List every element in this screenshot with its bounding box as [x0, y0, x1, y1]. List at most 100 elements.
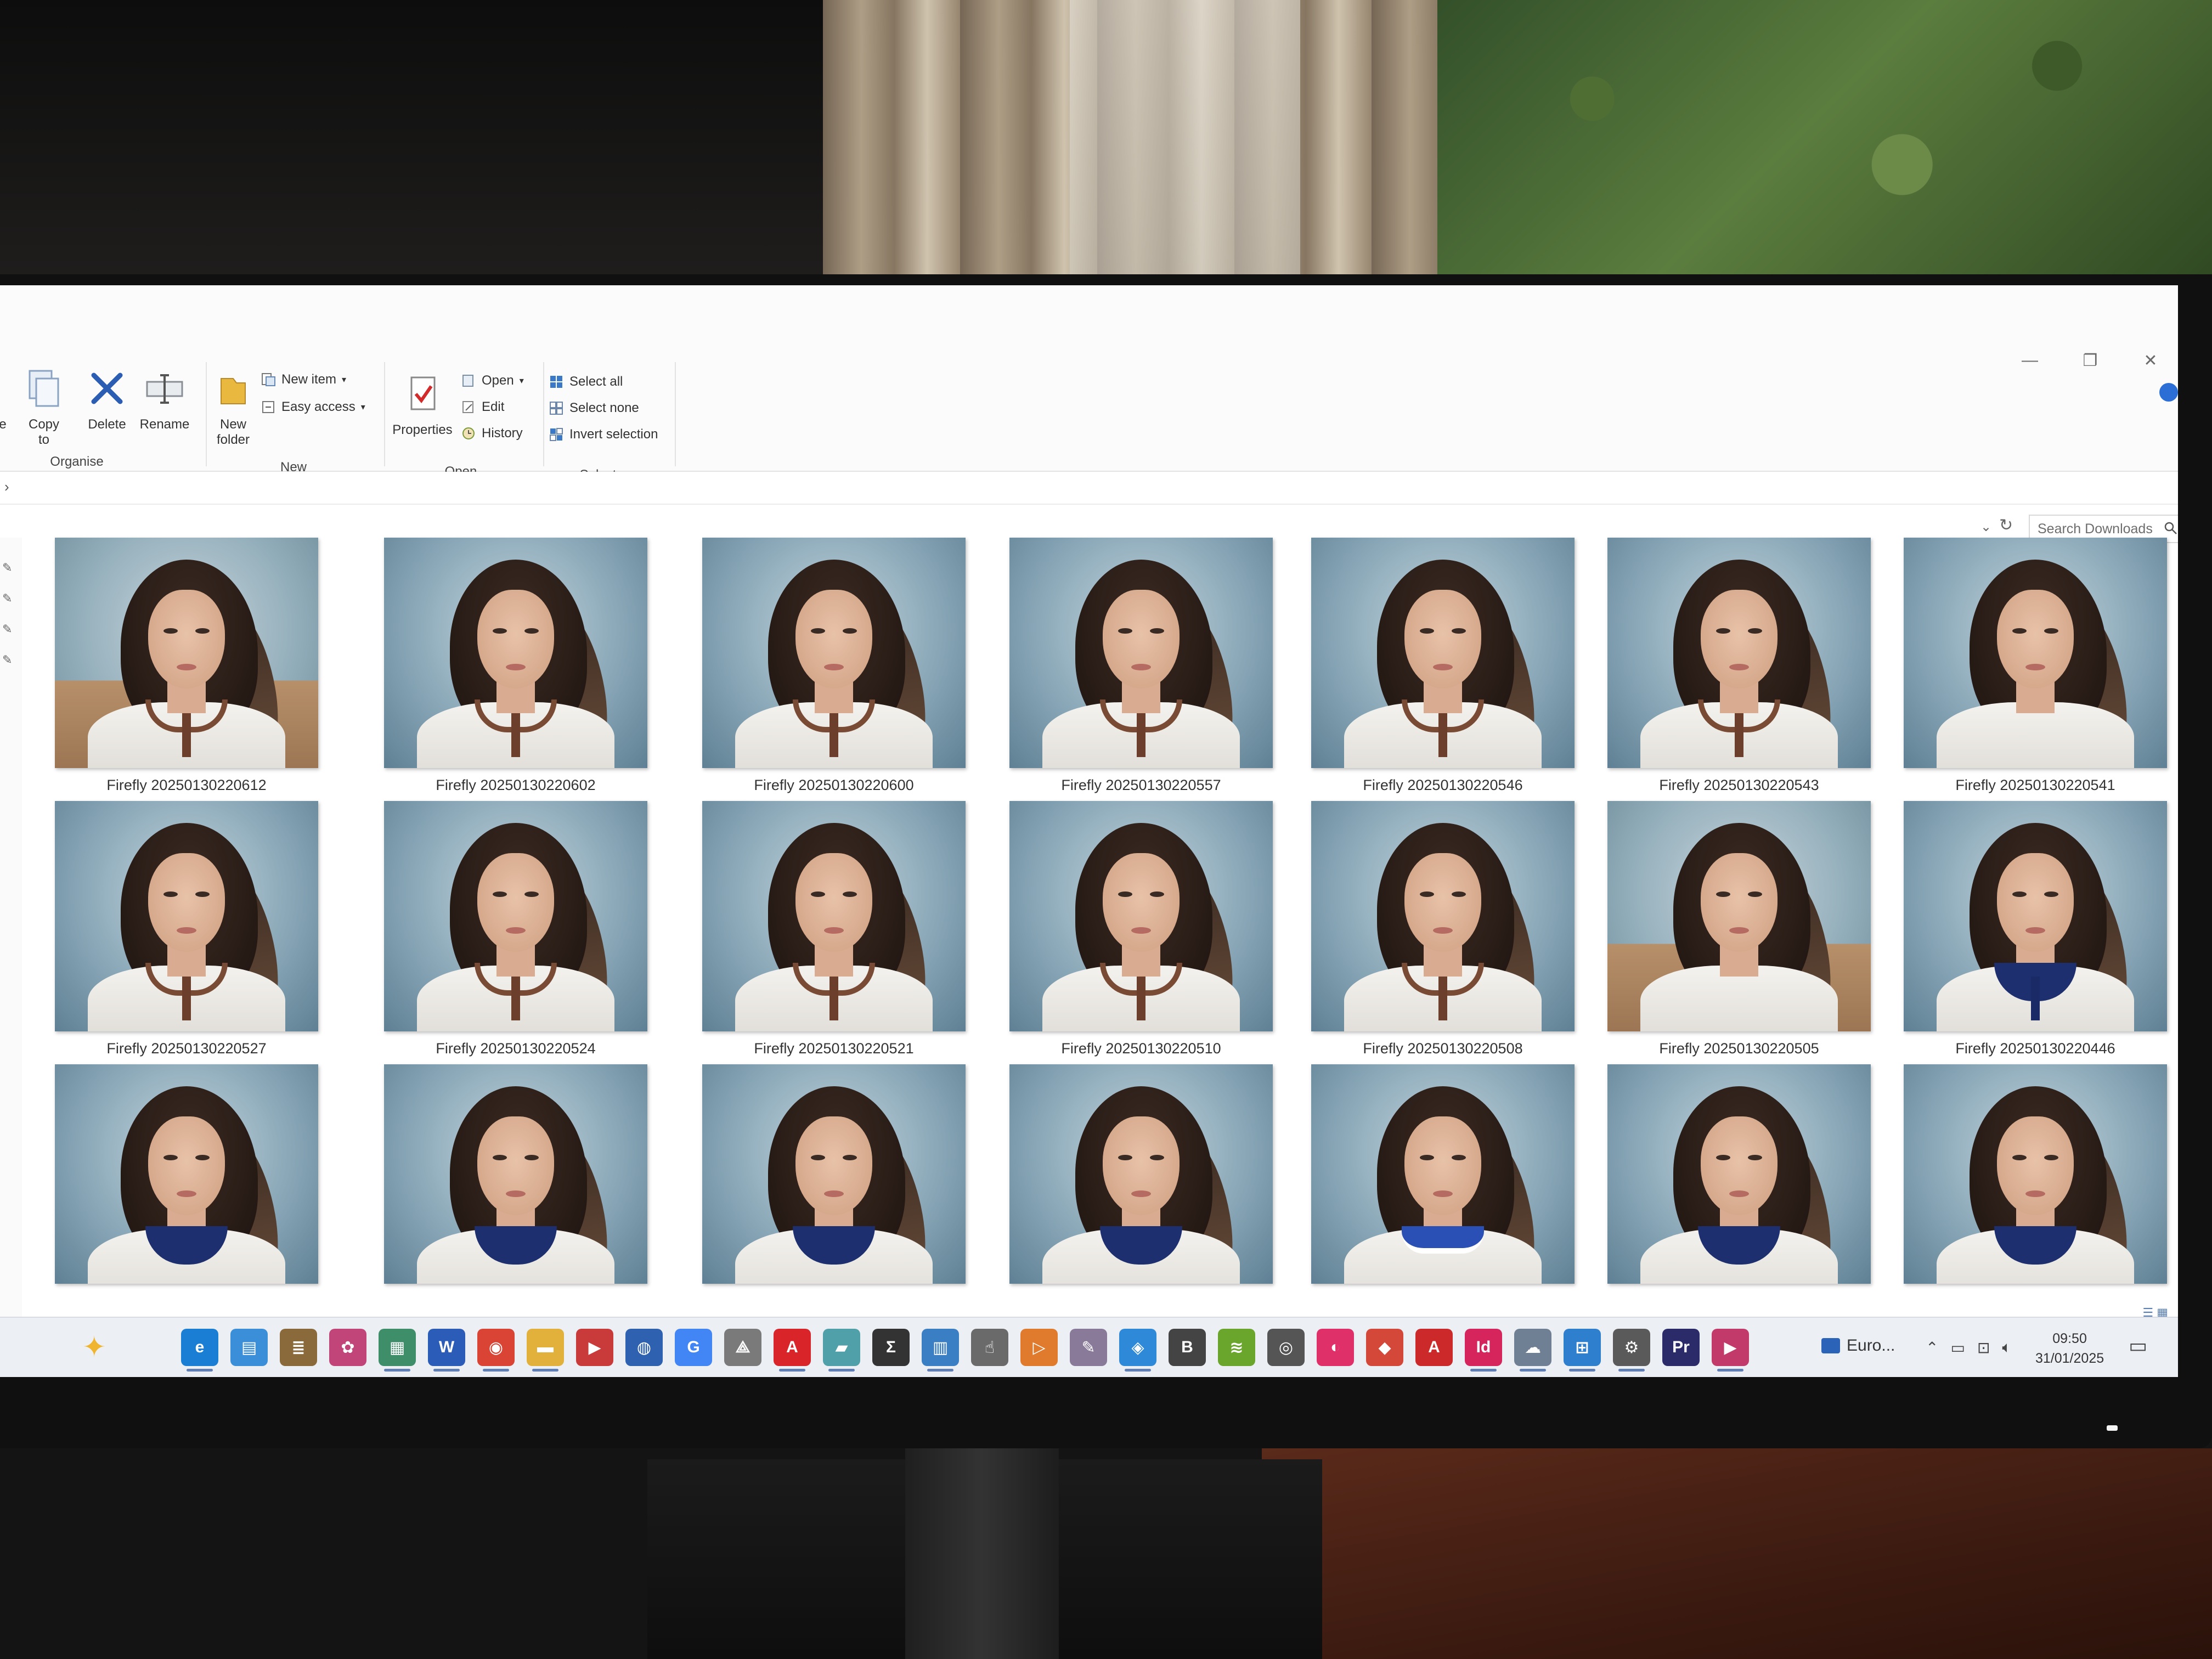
file-thumbnail[interactable]: [1904, 1064, 2167, 1284]
select-all-button[interactable]: Select all: [549, 374, 623, 390]
select-none-button[interactable]: Select none: [549, 400, 639, 416]
file-item[interactable]: Firefly 20250130220510: [1009, 801, 1273, 1057]
pin-icon[interactable]: ✎: [2, 653, 12, 667]
word-icon[interactable]: W: [428, 1329, 465, 1372]
file-item[interactable]: [55, 1064, 318, 1284]
pdf-viewer-icon[interactable]: ⟁: [724, 1329, 761, 1366]
file-item[interactable]: Firefly 20250130220521: [702, 801, 966, 1057]
file-item[interactable]: Firefly 20250130220505: [1607, 801, 1871, 1057]
file-thumbnail[interactable]: [1607, 1064, 1871, 1284]
file-item[interactable]: Firefly 20250130220524: [384, 801, 647, 1057]
paint-icon[interactable]: ✎: [1070, 1329, 1107, 1366]
close-icon[interactable]: ✕: [2140, 351, 2162, 370]
hand-icon[interactable]: ☝: [971, 1329, 1008, 1366]
file-item[interactable]: Firefly 20250130220546: [1311, 538, 1575, 794]
acrobat-icon[interactable]: A: [774, 1329, 811, 1372]
file-item[interactable]: Firefly 20250130220541: [1904, 538, 2167, 794]
app-circle-icon[interactable]: ◍: [625, 1329, 663, 1366]
file-thumbnail[interactable]: [1904, 801, 2167, 1031]
sigma-icon[interactable]: Σ: [872, 1329, 910, 1366]
creative-cloud-icon[interactable]: ◐: [1317, 1329, 1354, 1366]
pin-icon[interactable]: ✎: [2, 591, 12, 606]
clock[interactable]: 09:50 31/01/2025: [2035, 1329, 2104, 1368]
copy-to-button[interactable]: Copy to: [11, 368, 77, 448]
cut-button[interactable]: e: [0, 368, 11, 432]
network-icon[interactable]: ⊡: [1977, 1339, 1990, 1357]
chrome-icon[interactable]: ◉: [477, 1329, 515, 1372]
notification-icon[interactable]: ▭: [2129, 1334, 2147, 1357]
acrobat-alt-icon[interactable]: A: [1415, 1329, 1453, 1366]
file-thumbnail[interactable]: [1904, 538, 2167, 768]
chevron-up-icon[interactable]: ⌃: [1926, 1339, 1938, 1357]
pin-icon[interactable]: ✎: [2, 622, 12, 636]
file-thumbnail[interactable]: [1009, 801, 1273, 1031]
delete-button[interactable]: Delete: [74, 368, 140, 432]
help-icon[interactable]: [2159, 383, 2178, 402]
stack-icon[interactable]: ≣: [280, 1329, 317, 1366]
file-item[interactable]: [1311, 1064, 1575, 1284]
file-thumbnail[interactable]: [55, 538, 318, 768]
nvidia-icon[interactable]: ≋: [1218, 1329, 1255, 1366]
open-button[interactable]: Open ▾: [461, 373, 524, 388]
player-icon[interactable]: ▶: [1712, 1329, 1749, 1372]
file-thumbnail[interactable]: [1607, 538, 1871, 768]
shapes-icon[interactable]: ◆: [1366, 1329, 1403, 1366]
address-bar[interactable]: ›: [0, 472, 2178, 505]
file-thumbnail[interactable]: [55, 801, 318, 1031]
teams-icon[interactable]: ⊞: [1564, 1329, 1601, 1372]
photos-icon[interactable]: ✿: [329, 1329, 366, 1366]
edit-button[interactable]: Edit: [461, 399, 504, 415]
video-icon[interactable]: ▷: [1020, 1329, 1058, 1366]
properties-button[interactable]: Properties: [384, 373, 461, 438]
file-thumbnail[interactable]: [1009, 538, 1273, 768]
media-icon[interactable]: ▶: [576, 1329, 613, 1366]
file-thumbnail[interactable]: [702, 801, 966, 1031]
file-thumbnail[interactable]: [1607, 801, 1871, 1031]
rename-button[interactable]: Rename: [132, 368, 198, 432]
file-item[interactable]: Firefly 20250130220508: [1311, 801, 1575, 1057]
file-explorer-icon[interactable]: ▬: [527, 1329, 564, 1372]
bold-b-icon[interactable]: B: [1169, 1329, 1206, 1366]
file-thumbnail[interactable]: [384, 538, 647, 768]
gallery-icon[interactable]: ▦: [379, 1329, 416, 1372]
file-thumbnail[interactable]: [1009, 1064, 1273, 1284]
file-thumbnail[interactable]: [384, 1064, 647, 1284]
file-item[interactable]: Firefly 20250130220557: [1009, 538, 1273, 794]
minimize-icon[interactable]: —: [2019, 351, 2041, 370]
history-button[interactable]: History: [461, 426, 523, 441]
file-thumbnail[interactable]: [1311, 538, 1575, 768]
photo-viewer-icon[interactable]: ◈: [1119, 1329, 1156, 1372]
file-item[interactable]: [1607, 1064, 1871, 1284]
file-item[interactable]: [702, 1064, 966, 1284]
file-thumbnail[interactable]: [702, 538, 966, 768]
indesign-icon[interactable]: Id: [1465, 1329, 1502, 1372]
file-thumbnail[interactable]: [384, 801, 647, 1031]
restore-icon[interactable]: ❐: [2079, 351, 2101, 370]
news-icon[interactable]: ▤: [230, 1329, 268, 1366]
google-icon[interactable]: G: [675, 1329, 712, 1366]
file-thumbnail[interactable]: [1311, 801, 1575, 1031]
file-item[interactable]: Firefly 20250130220602: [384, 538, 647, 794]
file-thumbnail[interactable]: [1311, 1064, 1575, 1284]
easy-access-button[interactable]: Easy access ▾: [261, 399, 365, 415]
settings-icon[interactable]: ⚙: [1613, 1329, 1650, 1372]
file-item[interactable]: [384, 1064, 647, 1284]
chevron-right-icon[interactable]: ›: [4, 478, 9, 495]
audio-icon[interactable]: ◎: [1267, 1329, 1305, 1366]
file-item[interactable]: Firefly 20250130220600: [702, 538, 966, 794]
calculator-icon[interactable]: ▥: [922, 1329, 959, 1372]
file-item[interactable]: [1904, 1064, 2167, 1284]
pin-icon[interactable]: ✎: [2, 561, 12, 575]
file-item[interactable]: [1009, 1064, 1273, 1284]
file-item[interactable]: Firefly 20250130220612: [55, 538, 318, 794]
weather-widget[interactable]: Euro...: [1821, 1336, 1895, 1355]
file-thumbnail[interactable]: [55, 1064, 318, 1284]
volume-icon[interactable]: 🔈︎: [2002, 1339, 2011, 1357]
cloud-drive-icon[interactable]: ☁: [1514, 1329, 1551, 1372]
file-thumbnail[interactable]: [702, 1064, 966, 1284]
device-icon[interactable]: ▭: [1950, 1339, 1965, 1357]
file-item[interactable]: Firefly 20250130220446: [1904, 801, 2167, 1057]
invert-selection-button[interactable]: Invert selection: [549, 427, 658, 442]
new-item-button[interactable]: New item ▾: [261, 372, 346, 387]
file-item[interactable]: Firefly 20250130220527: [55, 801, 318, 1057]
